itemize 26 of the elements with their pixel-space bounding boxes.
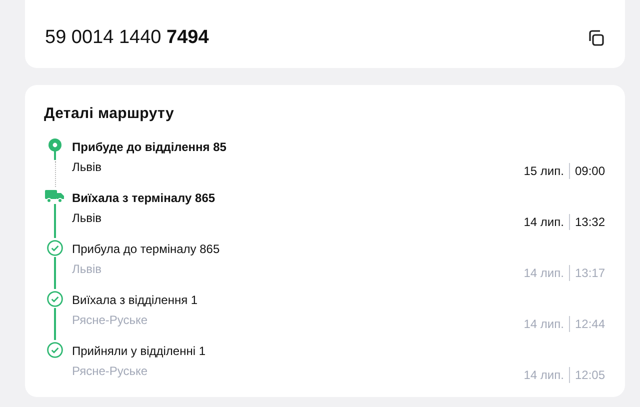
check-icon xyxy=(47,342,63,358)
step-time: 12:05 xyxy=(574,368,605,382)
step-date: 14 лип. xyxy=(524,368,564,382)
step-title: Прибула до терміналу 865 xyxy=(72,241,220,256)
step-date: 14 лип. xyxy=(524,215,564,229)
step-title: Прийняли у відділенні 1 xyxy=(72,343,206,358)
step-place: Львів xyxy=(72,210,103,227)
tracking-number: 59 0014 1440 7494 xyxy=(45,26,209,49)
copy-icon[interactable] xyxy=(587,29,605,47)
step-place: Львів xyxy=(72,159,103,176)
step-title: Прибуде до відділення 85 xyxy=(72,139,226,154)
step-place: Львів xyxy=(72,261,103,278)
step-place: Рясне-Руське xyxy=(72,312,149,329)
step-date: 14 лип. xyxy=(524,317,564,331)
section-title: Деталі маршруту xyxy=(44,105,176,122)
step-time: 12:44 xyxy=(574,317,605,331)
pin-icon xyxy=(48,138,62,160)
step-date: 14 лип. xyxy=(524,266,564,280)
step-time: 13:32 xyxy=(574,215,605,229)
step-time: 09:00 xyxy=(574,164,605,178)
step-title: Виїхала з терміналу 865 xyxy=(72,190,216,205)
step-time: 13:17 xyxy=(574,266,605,280)
step-title: Виїхала з відділення 1 xyxy=(72,292,198,307)
truck-icon xyxy=(45,189,65,203)
step-date: 15 лип. xyxy=(524,164,564,178)
step-place: Рясне-Руське xyxy=(72,363,149,380)
